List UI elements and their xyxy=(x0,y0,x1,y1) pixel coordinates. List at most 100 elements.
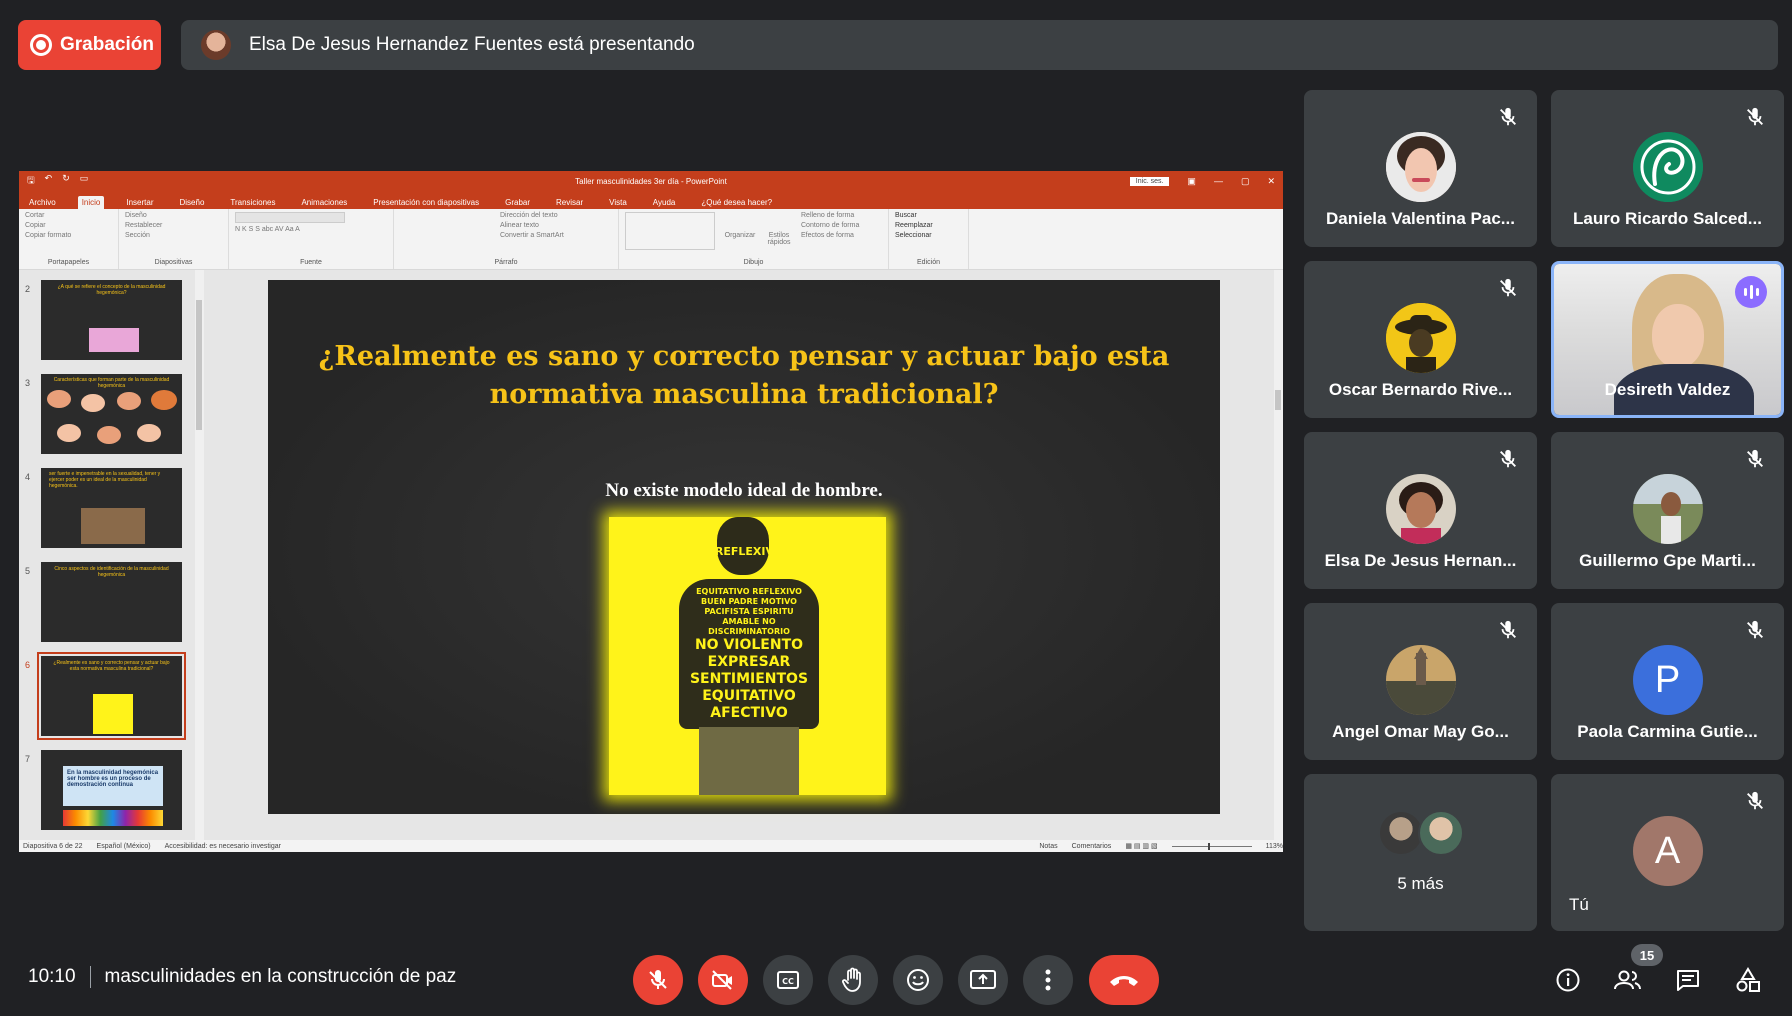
self-tile[interactable]: A Tú xyxy=(1551,774,1784,931)
ribbon-tabs: Archivo Inicio Insertar Diseño Transicio… xyxy=(19,191,1283,209)
mic-off-icon xyxy=(1747,107,1763,126)
comments-button: Comentarios xyxy=(1071,842,1112,850)
activities-button[interactable] xyxy=(1730,962,1766,998)
camera-toggle-button[interactable] xyxy=(698,955,748,1005)
meeting-details-button[interactable] xyxy=(1550,962,1586,998)
thumb-text: En la masculinidad hegemónica ser hombre… xyxy=(63,766,163,806)
presenting-text: Elsa De Jesus Hernandez Fuentes está pre… xyxy=(249,34,695,55)
participant-tile[interactable]: P Paola Carmina Gutie... xyxy=(1551,603,1784,760)
slide-scrollbar xyxy=(1274,270,1283,840)
participant-tile[interactable]: Daniela Valentina Pac... xyxy=(1304,90,1537,247)
figure-word-top: REFLEXIVO xyxy=(714,545,784,558)
participant-photo xyxy=(1632,474,1703,544)
participant-tile[interactable]: Oscar Bernardo Rive... xyxy=(1304,261,1537,418)
self-initial-avatar: A xyxy=(1632,816,1703,886)
info-icon xyxy=(1556,968,1580,992)
participant-tile[interactable]: Guillermo Gpe Marti... xyxy=(1551,432,1784,589)
ribbon-display-icon: ▣ xyxy=(1187,175,1196,186)
arrange-button: Organizar xyxy=(724,232,756,239)
participant-name: Elsa De Jesus Hernan... xyxy=(1324,551,1517,570)
thumb-text: ¿Realmente es sano y correcto pensar y a… xyxy=(53,660,170,672)
microphone-toggle-button[interactable] xyxy=(633,955,683,1005)
editing-label: Edición xyxy=(917,259,940,266)
participant-tile[interactable]: Angel Omar May Go... xyxy=(1304,603,1537,760)
format-painter-button: Copiar formato xyxy=(25,232,72,239)
drawing-label: Dibujo xyxy=(743,259,764,266)
view-buttons: ▦ ▤ ▥ ▧ xyxy=(1125,843,1158,850)
thumb-number: 5 xyxy=(25,566,31,576)
align-text-button: Alinear texto xyxy=(500,222,539,229)
reset-button: Restablecer xyxy=(125,222,163,229)
text-direction-button: Dirección del texto xyxy=(500,212,558,219)
slides-label: Diapositivas xyxy=(154,259,193,266)
quick-styles-button: Estilos rápidos xyxy=(767,232,791,246)
participant-name: Paola Carmina Gutie... xyxy=(1577,722,1758,741)
reactions-button[interactable] xyxy=(893,955,943,1005)
recording-button[interactable]: Grabación xyxy=(18,20,161,70)
participant-tile-speaking[interactable]: Desireth Valdez xyxy=(1551,261,1784,418)
select-button: Seleccionar xyxy=(895,232,932,239)
language-status: Español (México) xyxy=(96,842,151,850)
ribbon: Cortar Copiar Copiar formato Portapapele… xyxy=(19,209,1283,270)
chat-button[interactable] xyxy=(1670,962,1706,998)
thumb-image xyxy=(89,328,139,352)
mic-off-icon xyxy=(1747,620,1763,639)
convert-smartart-button: Convertir a SmartArt xyxy=(500,232,564,239)
raise-hand-button[interactable] xyxy=(828,955,878,1005)
powerpoint-status-bar: Diapositiva 6 de 22 Español (México) Acc… xyxy=(19,840,1283,852)
accessibility-status: Accesibilidad: es necesario investigar xyxy=(164,842,281,850)
thumbnail-scrollbar xyxy=(195,270,204,840)
hand-icon xyxy=(842,967,861,992)
slide-thumbnail: ser fuerte e impenetrable en la sexualid… xyxy=(41,468,182,548)
thumb-cloud xyxy=(117,392,141,410)
font-label: Fuente xyxy=(300,259,322,266)
thumb-text: ¿A qué se refiere el concepto de la masc… xyxy=(57,284,166,296)
participant-name: Desireth Valdez xyxy=(1604,380,1731,399)
more-participants-count: 5 más xyxy=(1397,874,1444,893)
shared-screen: 🖫 ↶ ↻ ▭ Taller masculinidades 3er día - … xyxy=(19,171,1283,852)
maximize-icon: ▢ xyxy=(1240,175,1250,186)
chat-icon xyxy=(1677,970,1699,991)
powerpoint-workspace: 2 ¿A qué se refiere el concepto de la ma… xyxy=(19,270,1283,840)
captions-icon: CC xyxy=(777,971,799,989)
meeting-info: 10:10 masculinidades en la construcción … xyxy=(28,966,456,988)
tab-presentacion: Presentación con diapositivas xyxy=(373,198,480,207)
participant-tile[interactable]: Elsa De Jesus Hernan... xyxy=(1304,432,1537,589)
thumb-cloud xyxy=(97,426,121,444)
captions-button[interactable]: CC xyxy=(763,955,813,1005)
editing-group: Buscar Reemplazar Seleccionar Edición xyxy=(889,209,969,269)
participant-photo xyxy=(1385,303,1456,373)
thumb-number: 2 xyxy=(25,284,31,294)
participant-name: Angel Omar May Go... xyxy=(1332,722,1509,741)
participant-photo xyxy=(1385,132,1456,202)
paragraph-label: Párrafo xyxy=(494,259,518,266)
present-screen-button[interactable] xyxy=(958,955,1008,1005)
participant-tile[interactable]: Lauro Ricardo Salced... xyxy=(1551,90,1784,247)
record-icon xyxy=(30,34,52,56)
thumb-text: Cinco aspectos de identificación de la m… xyxy=(54,566,169,578)
tab-insertar: Insertar xyxy=(126,198,154,207)
leave-call-button[interactable] xyxy=(1089,955,1159,1005)
mic-off-icon xyxy=(1500,620,1516,639)
people-button[interactable] xyxy=(1610,962,1646,998)
more-participants-avatars xyxy=(1377,810,1464,856)
more-participants-tile[interactable]: 5 más xyxy=(1304,774,1537,931)
present-icon: ▭ xyxy=(79,173,89,183)
participant-name: Oscar Bernardo Rive... xyxy=(1328,380,1513,399)
participant-mini-avatar xyxy=(1417,810,1464,856)
close-icon: ✕ xyxy=(1267,175,1275,186)
tab-revisar: Revisar xyxy=(556,198,584,207)
mic-off-icon xyxy=(1500,278,1516,297)
participant-photo xyxy=(1385,474,1456,544)
tab-archivo: Archivo xyxy=(29,198,56,207)
svg-text:CC: CC xyxy=(782,977,794,986)
shape-outline-button: Contorno de forma xyxy=(801,222,860,229)
tab-grabar: Grabar xyxy=(505,198,531,207)
slide-thumbnail: Características que forman parte de la m… xyxy=(41,374,182,454)
drawing-group: Organizar Estilos rápidos Relleno de for… xyxy=(619,209,889,269)
thumb-cloud xyxy=(81,394,105,412)
more-options-button[interactable] xyxy=(1023,955,1073,1005)
mic-off-icon xyxy=(1747,449,1763,468)
thumb-image xyxy=(93,694,133,734)
shape-effects-button: Efectos de forma xyxy=(801,232,854,239)
